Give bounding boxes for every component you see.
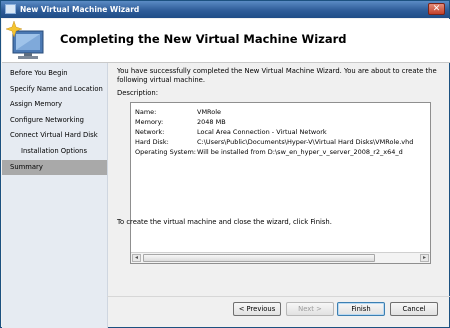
wizard-header: Completing the New Virtual Machine Wizar… xyxy=(2,19,450,63)
step-connect-virtual-hard-disk[interactable]: Connect Virtual Hard Disk xyxy=(2,128,107,144)
desc-row-network: Network: Local Area Connection - Virtual … xyxy=(135,128,327,136)
wizard-heading: Completing the New Virtual Machine Wizar… xyxy=(60,32,347,46)
scroll-left-icon[interactable]: ◂ xyxy=(132,254,141,262)
next-button[interactable]: Next > xyxy=(286,302,334,316)
wizard-window: New Virtual Machine Wizard ✕ Completing … xyxy=(0,0,450,328)
finish-button[interactable]: Finish xyxy=(337,302,385,316)
summary-content: You have successfully completed the New … xyxy=(117,67,443,264)
window-title: New Virtual Machine Wizard xyxy=(20,5,140,14)
desc-row-memory: Memory: 2048 MB xyxy=(135,118,226,126)
desc-row-name: Name: VMRole xyxy=(135,108,222,116)
wizard-steps-sidebar: Before You Begin Specify Name and Locati… xyxy=(2,63,108,328)
step-assign-memory[interactable]: Assign Memory xyxy=(2,97,107,113)
description-box[interactable]: Name: VMRole Memory: 2048 MB Network: Local… xyxy=(130,102,431,264)
step-configure-networking[interactable]: Configure Networking xyxy=(2,113,107,129)
cancel-button[interactable]: Cancel xyxy=(390,302,438,316)
desc-row-operating-system: Operating System:Will be installed from … xyxy=(135,148,403,156)
step-before-you-begin[interactable]: Before You Begin xyxy=(2,66,107,82)
window-icon xyxy=(5,4,16,14)
close-button[interactable]: ✕ xyxy=(428,3,445,15)
scrollbar-thumb[interactable] xyxy=(143,254,375,262)
wizard-monitor-icon xyxy=(6,21,44,59)
scroll-right-icon[interactable]: ▸ xyxy=(420,254,429,262)
description-label: Description: xyxy=(117,89,159,97)
button-separator xyxy=(107,296,450,297)
previous-button[interactable]: < Previous xyxy=(233,302,281,316)
finish-instruction: To create the virtual machine and close … xyxy=(117,218,332,226)
desc-row-hard-disk: Hard Disk: C:\Users\Public\Documents\Hype… xyxy=(135,138,414,146)
title-bar: New Virtual Machine Wizard ✕ xyxy=(1,1,449,18)
intro-text: You have successfully completed the New … xyxy=(117,67,437,84)
horizontal-scrollbar[interactable]: ◂ ▸ xyxy=(131,252,430,263)
step-installation-options[interactable]: Installation Options xyxy=(2,144,107,160)
step-summary[interactable]: Summary xyxy=(2,159,107,176)
step-specify-name-location[interactable]: Specify Name and Location xyxy=(2,82,107,98)
